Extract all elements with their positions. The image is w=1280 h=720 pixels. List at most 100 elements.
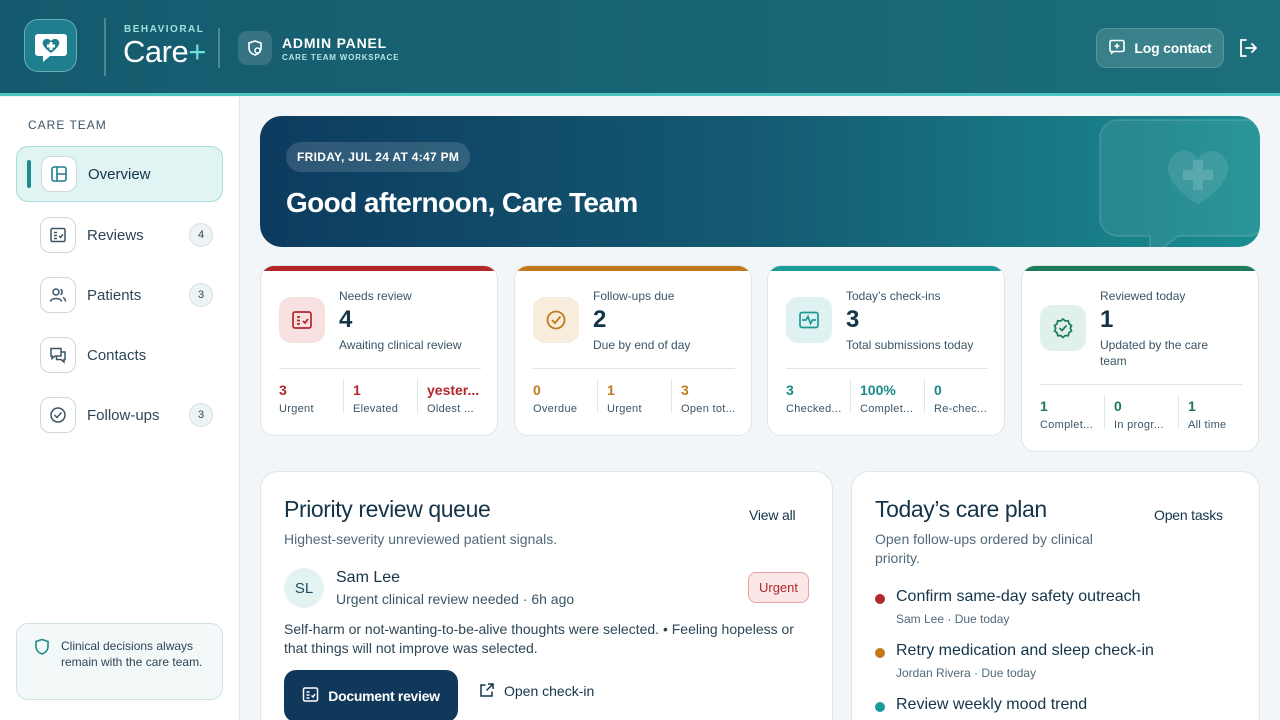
priority-dot xyxy=(875,594,885,604)
open-tasks-link[interactable]: Open tasks xyxy=(1154,507,1223,523)
sidebar-item-label: Contacts xyxy=(87,346,147,364)
open-check-in-link[interactable]: Open check-in xyxy=(479,680,594,702)
clinical-note: Clinical decisions always remain with th… xyxy=(16,623,223,700)
substat: 3 Checked... xyxy=(786,382,842,415)
stat-card-todays-check-ins[interactable]: Today’s check-ins 3 Total submissions to… xyxy=(767,265,1005,436)
stat-card-follow-ups-due[interactable]: Follow-ups due 2 Due by end of day 0 Over… xyxy=(514,265,752,436)
shield-icon xyxy=(34,638,50,661)
stat-value: 1 xyxy=(1100,306,1114,333)
date-pill: FRIDAY, JUL 24 AT 4:47 PM xyxy=(286,142,471,172)
task-meta: Jordan Rivera · Due today xyxy=(896,666,1037,680)
admin-panel-title: ADMIN PANEL xyxy=(282,35,387,51)
document-review-button[interactable]: Document review xyxy=(284,670,458,720)
substat-label: Urgent xyxy=(279,403,314,415)
card-accent xyxy=(1022,266,1258,271)
count-badge: 4 xyxy=(189,223,213,247)
substat-label: Overdue xyxy=(533,403,578,415)
substat-value: 1 xyxy=(1188,398,1196,414)
substat-value: 1 xyxy=(1040,398,1048,414)
layout-icon xyxy=(41,156,77,192)
substat-value: 0 xyxy=(934,382,942,398)
priority-dot xyxy=(875,648,885,658)
substat-value: 1 xyxy=(607,382,615,398)
divider xyxy=(671,379,672,413)
status-badge: Urgent xyxy=(748,572,809,603)
heart-chat-decoration-icon xyxy=(1099,119,1260,247)
check-circle-icon xyxy=(40,397,76,433)
stat-card-needs-review[interactable]: Needs review 4 Awaiting clinical review … xyxy=(260,265,498,436)
substat: 1 Urgent xyxy=(607,382,671,415)
substat: 1 Complet... xyxy=(1040,398,1096,431)
greeting: Good afternoon, Care Team xyxy=(286,187,638,218)
panel-title: Priority review queue xyxy=(284,496,491,522)
verified-badge-icon xyxy=(1040,305,1086,351)
document-review-label: Document review xyxy=(328,688,440,704)
stat-description: Updated by the care team xyxy=(1100,338,1209,368)
divider xyxy=(279,368,481,369)
stat-value: 2 xyxy=(593,306,607,333)
substat-label: Complet... xyxy=(860,403,914,415)
stat-card-reviewed-today[interactable]: Reviewed today 1 Updated by the care tea… xyxy=(1021,265,1259,452)
review-list-icon xyxy=(302,686,319,706)
divider xyxy=(850,379,851,413)
substat-label: Checked... xyxy=(786,403,842,415)
avatar: SL xyxy=(284,568,324,608)
divider xyxy=(417,379,418,413)
substat-label: Open tot... xyxy=(681,403,736,415)
logout-icon[interactable] xyxy=(1237,37,1259,59)
stat-value: 4 xyxy=(339,306,353,333)
brand-name-text: Care xyxy=(123,34,189,69)
stat-label: Follow-ups due xyxy=(593,289,675,303)
substat: 3 Urgent xyxy=(279,382,343,415)
brand-plus: + xyxy=(188,34,206,69)
substat: 0 In progr... xyxy=(1114,398,1170,431)
sidebar-item-label: Patients xyxy=(87,286,142,304)
sidebar-item-label: Follow-ups xyxy=(87,406,160,424)
priority-review-queue: Priority review queue Highest-severity u… xyxy=(260,471,833,720)
substat-label: Urgent xyxy=(607,403,642,415)
brand-divider xyxy=(104,18,106,76)
stat-label: Needs review xyxy=(339,289,412,303)
sidebar-item-patients[interactable]: Patients 3 xyxy=(16,267,223,323)
sidebar-heading: CARE TEAM xyxy=(28,118,107,132)
task-title: Retry medication and sleep check-in xyxy=(896,642,1154,659)
log-contact-button[interactable]: Log contact xyxy=(1096,28,1224,68)
substat-value: 3 xyxy=(681,382,689,398)
log-contact-label: Log contact xyxy=(1134,40,1212,56)
divider xyxy=(533,368,735,369)
divider xyxy=(597,379,598,413)
admin-shield-icon xyxy=(238,31,272,65)
task-title: Review weekly mood trend xyxy=(896,696,1088,713)
todays-care-plan: Today’s care plan Open follow-ups ordere… xyxy=(851,471,1260,720)
substat-label: All time xyxy=(1188,419,1227,431)
substat: 1 All time xyxy=(1188,398,1244,431)
card-accent xyxy=(261,266,497,271)
substat: 100% Complet... xyxy=(860,382,916,415)
chat-icon xyxy=(40,337,76,373)
people-icon xyxy=(40,277,76,313)
substat-label: In progr... xyxy=(1114,419,1164,431)
panel-subtitle: Highest-severity unreviewed patient sign… xyxy=(284,531,558,547)
patient-name[interactable]: Sam Lee xyxy=(336,569,400,587)
count-badge: 3 xyxy=(189,283,213,307)
substat-value: 100% xyxy=(860,382,896,398)
view-all-link[interactable]: View all xyxy=(749,507,796,523)
card-accent xyxy=(768,266,1004,271)
substat: 1 Elevated xyxy=(353,382,417,415)
sidebar-item-contacts[interactable]: Contacts xyxy=(16,327,223,383)
stat-label: Reviewed today xyxy=(1100,289,1186,303)
sidebar-item-follow-ups[interactable]: Follow-ups 3 xyxy=(16,387,223,443)
substat: 3 Open tot... xyxy=(681,382,737,415)
substat-value: 1 xyxy=(353,382,361,398)
sidebar-item-overview[interactable]: Overview xyxy=(16,146,223,202)
header-divider xyxy=(218,28,220,68)
sidebar-item-reviews[interactable]: Reviews 4 xyxy=(16,207,223,263)
heart-chat-logo-icon[interactable] xyxy=(24,19,77,72)
stat-description: Due by end of day xyxy=(593,338,691,352)
substat-label: Complet... xyxy=(1040,419,1094,431)
admin-panel-subtitle: CARE TEAM WORKSPACE xyxy=(282,53,400,62)
external-link-icon xyxy=(479,682,495,701)
substat: yester... Oldest ... xyxy=(427,382,483,415)
add-message-icon xyxy=(1108,38,1126,59)
divider xyxy=(924,379,925,413)
